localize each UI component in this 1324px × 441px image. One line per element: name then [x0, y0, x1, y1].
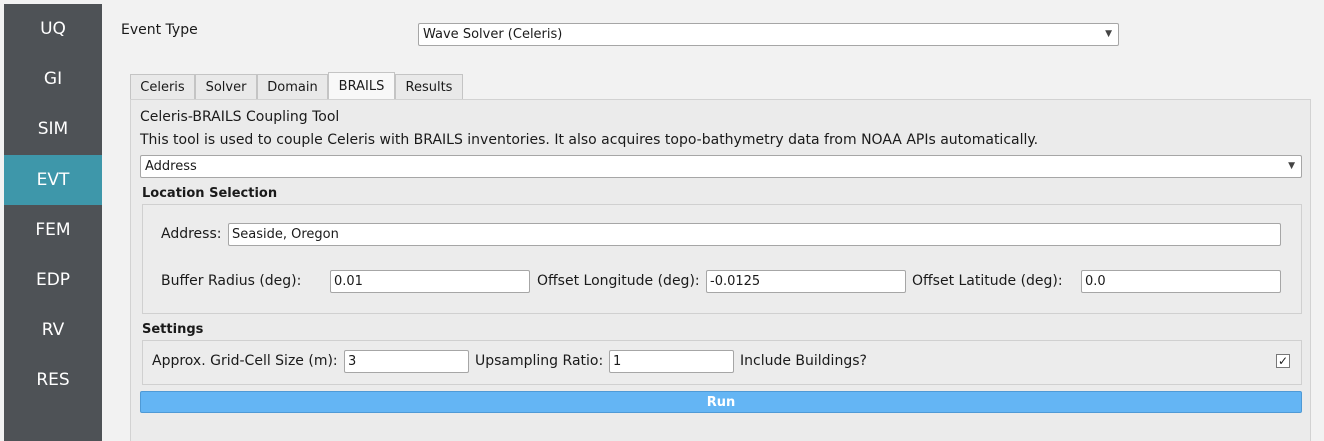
sidebar-item-edp[interactable]: EDP [4, 255, 102, 305]
sidebar-item-fem[interactable]: FEM [4, 205, 102, 255]
run-button-label: Run [706, 394, 736, 410]
check-icon: ✓ [1277, 354, 1289, 368]
offset-latitude-label: Offset Latitude (deg): [912, 273, 1063, 289]
run-button[interactable]: Run [140, 391, 1302, 413]
buffer-radius-input[interactable]: 0.01 [330, 270, 530, 293]
include-buildings-label: Include Buildings? [740, 353, 867, 369]
tool-title: Celeris-BRAILS Coupling Tool [140, 109, 340, 125]
chevron-down-icon: ▼ [1288, 161, 1295, 171]
event-type-value: Wave Solver (Celeris) [423, 27, 563, 42]
tool-description: This tool is used to couple Celeris with… [140, 132, 1039, 148]
upsampling-ratio-input[interactable]: 1 [609, 350, 734, 373]
sidebar-item-label: FEM [35, 220, 71, 240]
offset-longitude-value: -0.0125 [710, 274, 761, 289]
sidebar-item-label: GI [43, 69, 63, 89]
sidebar-item-label: RV [41, 320, 65, 340]
sidebar-item-label: EDP [35, 270, 71, 290]
upsampling-ratio-value: 1 [613, 354, 622, 369]
location-selection-group [142, 204, 1302, 314]
buffer-radius-label: Buffer Radius (deg): [161, 273, 302, 289]
sidebar-item-gi[interactable]: GI [4, 54, 102, 104]
tab-label: Solver [205, 79, 247, 95]
tab-domain[interactable]: Domain [257, 74, 328, 99]
address-value: Seaside, Oregon [232, 227, 339, 242]
grid-cell-size-value: 3 [348, 354, 357, 369]
tab-celeris[interactable]: Celeris [130, 74, 195, 99]
sidebar-item-res[interactable]: RES [4, 355, 102, 405]
offset-latitude-value: 0.0 [1085, 274, 1106, 289]
offset-longitude-input[interactable]: -0.0125 [706, 270, 906, 293]
sidebar-item-uq[interactable]: UQ [4, 4, 102, 54]
tab-label: Domain [267, 79, 318, 95]
sidebar-item-label: UQ [40, 19, 66, 39]
grid-cell-size-label: Approx. Grid-Cell Size (m): [152, 353, 338, 369]
offset-latitude-input[interactable]: 0.0 [1081, 270, 1281, 293]
include-buildings-checkbox[interactable]: ✓ [1276, 354, 1290, 368]
upsampling-ratio-label: Upsampling Ratio: [475, 353, 604, 369]
sidebar: UQ GI SIM EVT FEM EDP RV RES [4, 4, 102, 441]
sidebar-item-label: SIM [37, 119, 69, 139]
sidebar-item-evt[interactable]: EVT [4, 155, 102, 205]
event-type-label: Event Type [121, 22, 198, 38]
buffer-radius-value: 0.01 [334, 274, 363, 289]
tab-results[interactable]: Results [395, 74, 463, 99]
tab-solver[interactable]: Solver [195, 74, 257, 99]
event-type-select[interactable]: Wave Solver (Celeris) ▼ [418, 23, 1119, 46]
tab-label: Results [405, 79, 453, 95]
sidebar-item-rv[interactable]: RV [4, 305, 102, 355]
chevron-down-icon: ▼ [1105, 29, 1112, 39]
sidebar-item-label: EVT [36, 170, 70, 190]
settings-heading: Settings [142, 322, 204, 337]
tab-brails[interactable]: BRAILS [328, 72, 395, 100]
location-mode-value: Address [145, 159, 197, 174]
address-label: Address: [161, 226, 222, 242]
location-mode-select[interactable]: Address ▼ [140, 155, 1302, 178]
location-selection-heading: Location Selection [142, 186, 278, 201]
tab-label: BRAILS [338, 79, 385, 94]
sidebar-item-sim[interactable]: SIM [4, 104, 102, 154]
address-input[interactable]: Seaside, Oregon [228, 223, 1281, 246]
sidebar-item-label: RES [36, 370, 70, 390]
tab-label: Celeris [140, 79, 185, 95]
grid-cell-size-input[interactable]: 3 [344, 350, 469, 373]
offset-longitude-label: Offset Longitude (deg): [537, 273, 700, 289]
